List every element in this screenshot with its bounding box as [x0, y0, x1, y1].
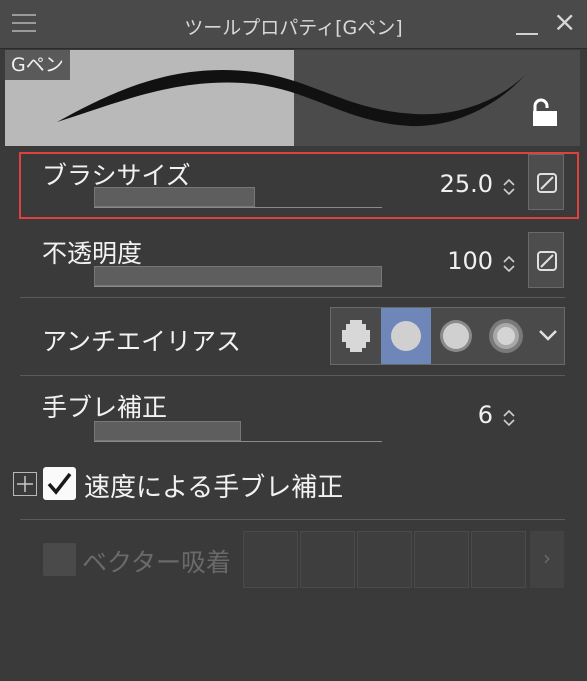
opacity-label: 不透明度: [42, 239, 143, 268]
antialiasing-none-option[interactable]: [331, 308, 381, 364]
close-icon[interactable]: ×: [553, 8, 576, 36]
aa-weak-icon: [391, 321, 421, 351]
antialiasing-label: アンチエイリアス: [42, 327, 242, 356]
antialiasing-dropdown[interactable]: [531, 308, 564, 364]
pressure-toggle-icon: [537, 251, 557, 271]
lock-open-icon[interactable]: [530, 98, 560, 132]
brush-size-pressure-toggle[interactable]: [528, 154, 564, 210]
aa-medium-icon: [440, 320, 472, 352]
speed-stabilization-label: 速度による手ブレ補正: [84, 473, 344, 503]
aa-strong-icon: [489, 319, 523, 353]
tool-name-label: Gペン: [5, 50, 70, 80]
opacity-value[interactable]: 100: [413, 247, 493, 275]
stabilization-slider[interactable]: [94, 421, 382, 442]
antialiasing-medium-option[interactable]: [431, 308, 481, 364]
opacity-slider[interactable]: [94, 266, 382, 287]
spinner-icon[interactable]: [502, 176, 516, 198]
minimize-icon[interactable]: [516, 33, 538, 35]
vector-snap-option[interactable]: [243, 531, 298, 588]
expand-plus-icon[interactable]: [13, 472, 37, 496]
divider: [20, 297, 565, 298]
stabilization-value[interactable]: 6: [413, 401, 493, 429]
vector-snap-options: [243, 531, 528, 588]
panel-title: ツールプロパティ[Gペン]: [184, 17, 403, 39]
vector-snap-checkbox[interactable]: [43, 543, 76, 576]
divider: [20, 375, 565, 376]
brush-size-value[interactable]: 25.0: [413, 170, 493, 198]
brush-stroke-preview: [5, 50, 580, 146]
chevron-down-icon: [539, 330, 557, 341]
antialiasing-selector: [330, 307, 565, 365]
vector-snap-label: ベクター吸着: [82, 548, 232, 577]
divider: [20, 519, 565, 520]
chevron-right-icon[interactable]: ›: [530, 531, 564, 588]
vector-snap-option[interactable]: [471, 531, 526, 588]
vector-snap-option[interactable]: [414, 531, 469, 588]
antialiasing-strong-option[interactable]: [481, 308, 531, 364]
antialiasing-weak-option[interactable]: [381, 308, 431, 364]
aa-none-icon: [342, 320, 370, 352]
speed-stabilization-checkbox[interactable]: [43, 467, 76, 500]
title-bar: ツールプロパティ[Gペン] ×: [0, 0, 587, 49]
pressure-toggle-icon: [537, 173, 557, 193]
stabilization-label: 手ブレ補正: [42, 393, 168, 422]
brush-size-slider[interactable]: [94, 187, 382, 208]
spinner-icon[interactable]: [502, 253, 516, 275]
vector-snap-option[interactable]: [357, 531, 412, 588]
opacity-pressure-toggle[interactable]: [528, 232, 564, 288]
vector-snap-option[interactable]: [300, 531, 355, 588]
checkmark-icon: [47, 472, 72, 495]
spinner-icon[interactable]: [502, 407, 516, 429]
